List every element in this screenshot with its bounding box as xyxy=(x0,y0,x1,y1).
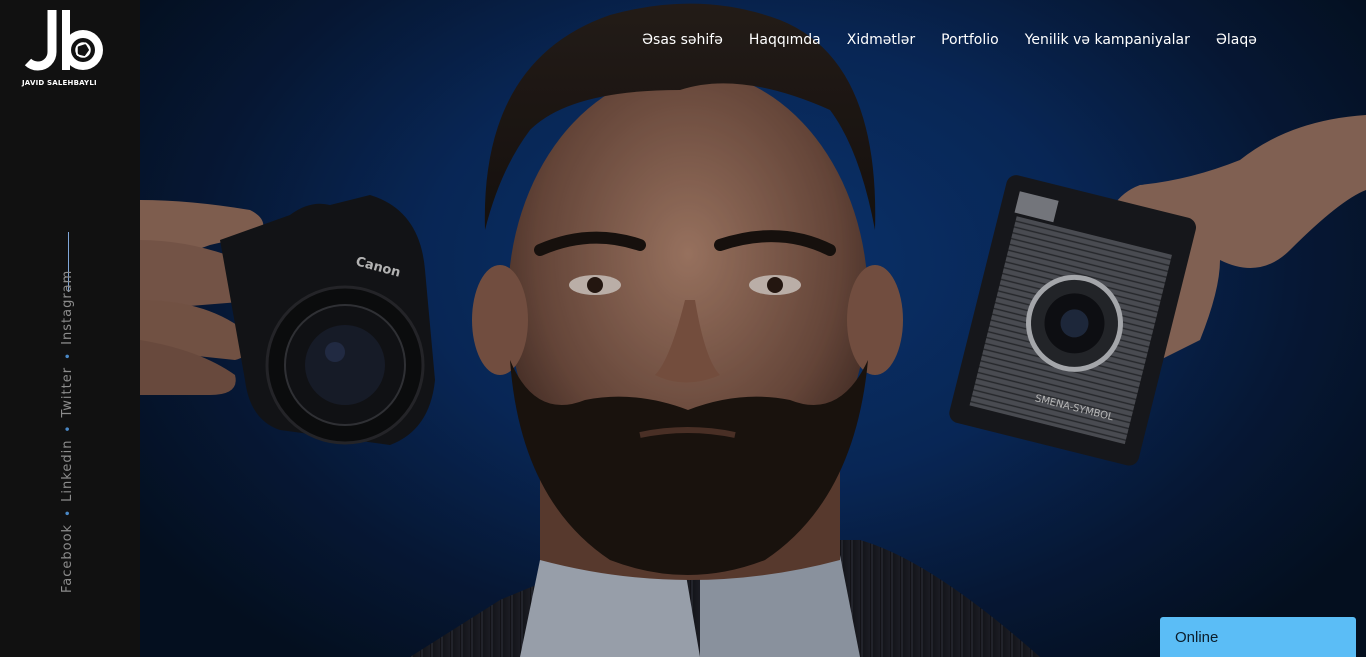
sidebar: JAVID SALEHBAYLI Facebook • Linkedin • T… xyxy=(0,0,140,657)
hero-section: Canon SMENA-SYMBOL xyxy=(140,0,1366,657)
social-link-linkedin[interactable]: Linkedin xyxy=(60,440,75,502)
social-separator: • xyxy=(60,508,75,517)
nav-item-home[interactable]: Əsas səhifə xyxy=(642,32,723,48)
nav-item-news[interactable]: Yenilik və kampaniyalar xyxy=(1025,32,1190,48)
brand-logo[interactable] xyxy=(20,8,106,90)
social-link-instagram[interactable]: Instagram xyxy=(60,270,75,345)
monogram-icon xyxy=(24,10,103,71)
nav-item-portfolio[interactable]: Portfolio xyxy=(941,32,999,48)
chat-widget-button[interactable]: Online xyxy=(1160,617,1356,657)
brand-name: JAVID SALEHBAYLI xyxy=(22,79,97,87)
social-link-twitter[interactable]: Twitter xyxy=(60,367,75,418)
social-links: Facebook • Linkedin • Twitter • Instagra… xyxy=(60,270,75,593)
hero-dim-overlay xyxy=(140,0,1366,657)
nav-item-services[interactable]: Xidmətlər xyxy=(847,32,915,48)
nav-item-about[interactable]: Haqqımda xyxy=(749,32,821,48)
social-link-facebook[interactable]: Facebook xyxy=(60,524,75,593)
nav-item-contact[interactable]: Əlaqə xyxy=(1216,32,1257,48)
social-separator: • xyxy=(60,351,75,360)
chat-status-label: Online xyxy=(1175,628,1219,646)
social-separator: • xyxy=(60,424,75,433)
main-navigation: Əsas səhifə Haqqımda Xidmətlər Portfolio… xyxy=(642,32,1257,48)
